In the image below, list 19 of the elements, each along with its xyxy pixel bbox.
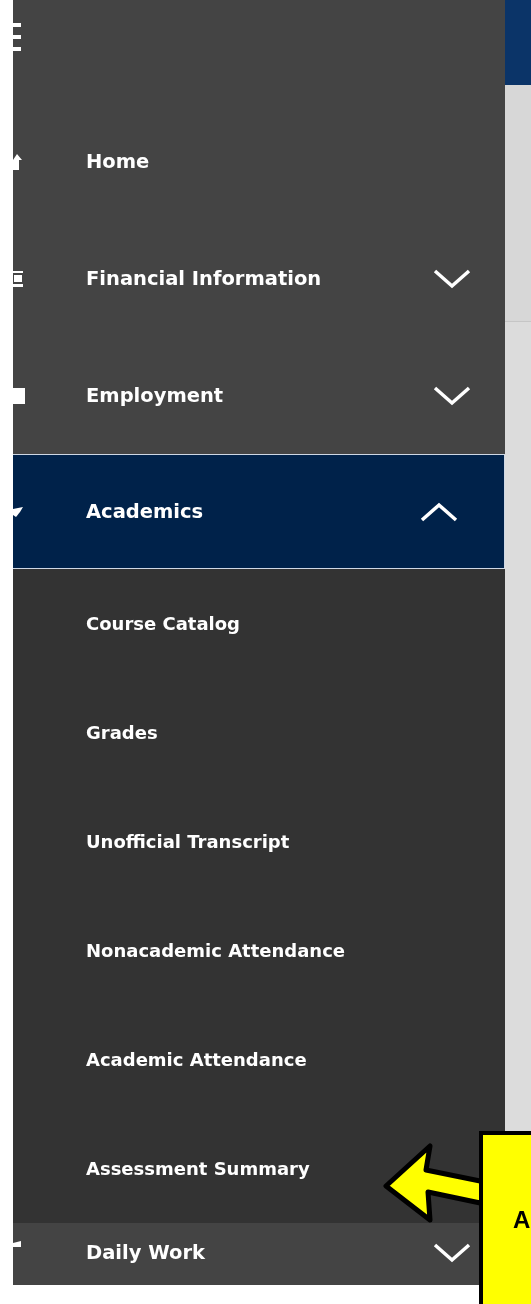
submenu-item[interactable]: Nonacademic Attendance [86, 940, 346, 961]
chevron-down-icon[interactable] [433, 1243, 471, 1263]
submenu-item[interactable]: Assessment Summary [86, 1158, 310, 1179]
chevron-down-icon[interactable] [433, 385, 471, 406]
submenu-item[interactable]: Grades [86, 722, 158, 743]
submenu-item[interactable]: Course Catalog [86, 613, 240, 634]
house-icon [13, 153, 22, 170]
building-icon [13, 270, 23, 287]
menu-item[interactable]: Employment [13, 337, 479, 454]
menu-item[interactable]: Daily Work [13, 1223, 479, 1285]
callout-text: A [513, 1205, 531, 1234]
menu-item[interactable]: Academics [13, 454, 505, 569]
chevron-up-icon[interactable] [420, 501, 458, 522]
submenu-item[interactable]: Academic Attendance [86, 1049, 307, 1070]
menu-item[interactable]: Financial Information [13, 220, 479, 337]
menu-item[interactable]: Home [13, 103, 479, 220]
menu-icon[interactable] [13, 22, 21, 51]
chevron-down-icon[interactable] [433, 268, 471, 289]
submenu-item[interactable]: Unofficial Transcript [86, 831, 290, 852]
